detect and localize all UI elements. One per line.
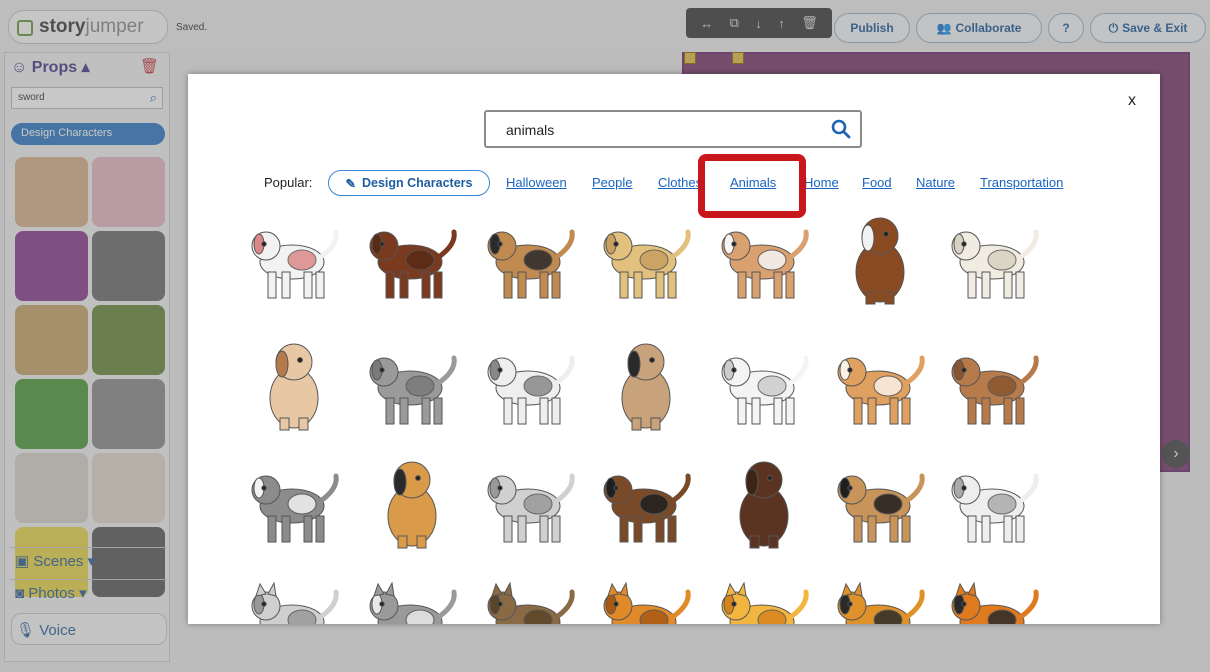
animal-illustration-icon: [721, 229, 809, 299]
close-button[interactable]: x: [1128, 92, 1136, 110]
result-tiger[interactable]: [942, 566, 1046, 624]
result-small-white-dog[interactable]: [478, 332, 582, 436]
result-corgi[interactable]: [828, 332, 932, 436]
animal-illustration-icon: [721, 355, 809, 425]
animal-illustration-icon: [487, 355, 575, 425]
result-brown-dog-sitting[interactable]: [712, 450, 816, 554]
animal-illustration-icon: [269, 343, 319, 431]
result-cocker-spaniel[interactable]: [942, 332, 1046, 436]
animal-illustration-icon: [369, 355, 457, 425]
category-halloween[interactable]: Halloween: [506, 175, 567, 190]
animal-illustration-icon: [621, 343, 671, 431]
animal-illustration-icon: [251, 581, 339, 624]
result-orange-tabby-cat[interactable]: [594, 566, 698, 624]
animal-illustration-icon: [487, 473, 575, 543]
animal-illustration-icon: [603, 473, 691, 543]
animal-illustration-icon: [837, 581, 925, 624]
result-lion[interactable]: [712, 566, 816, 624]
popular-categories: Popular: ✎ Design Characters Halloween Pe…: [264, 170, 1124, 196]
result-gray-wolf-dog[interactable]: [360, 332, 464, 436]
result-small-white-terrier[interactable]: [942, 450, 1046, 554]
animal-illustration-icon: [951, 581, 1039, 624]
animal-illustration-icon: [603, 229, 691, 299]
result-brown-shaggy-dog[interactable]: [360, 206, 464, 310]
animal-illustration-icon: [721, 581, 809, 624]
category-clothes[interactable]: Clothes: [658, 175, 702, 190]
result-beagle-sitting[interactable]: [360, 450, 464, 554]
result-basset-hound[interactable]: [594, 450, 698, 554]
result-yellow-labrador[interactable]: [594, 206, 698, 310]
category-food[interactable]: Food: [862, 175, 892, 190]
props-search-modal: x Popular: ✎Design Characters Halloween …: [188, 74, 1160, 624]
popular-label: Popular:: [264, 175, 313, 190]
result-beagle-standing[interactable]: [828, 450, 932, 554]
category-transportation[interactable]: Transportation: [980, 175, 1063, 190]
result-fluffy-white-spitz[interactable]: [942, 206, 1046, 310]
result-cartoon-brown-dog-with-bone[interactable]: [828, 206, 932, 310]
animal-illustration-icon: [487, 229, 575, 299]
category-nature[interactable]: Nature: [916, 175, 955, 190]
animal-illustration-icon: [251, 473, 339, 543]
animal-illustration-icon: [387, 461, 437, 549]
result-gray-cartoon-cat[interactable]: [242, 566, 346, 624]
result-beagle[interactable]: [478, 206, 582, 310]
animal-illustration-icon: [951, 473, 1039, 543]
animal-illustration-icon: [369, 229, 457, 299]
result-brown-cat-lying[interactable]: [478, 566, 582, 624]
animal-illustration-icon: [603, 581, 691, 624]
brush-icon: ✎: [345, 176, 356, 191]
modal-search-box[interactable]: [484, 110, 862, 148]
design-characters-button[interactable]: ✎ Design Characters: [328, 170, 490, 196]
result-small-gray-dog[interactable]: [478, 450, 582, 554]
animal-illustration-icon: [837, 355, 925, 425]
modal-search-input[interactable]: [504, 120, 824, 140]
result-puppy-sitting[interactable]: [242, 332, 346, 436]
animal-illustration-icon: [951, 355, 1039, 425]
animal-illustration-icon: [251, 229, 339, 299]
animal-illustration-icon: [951, 229, 1039, 299]
category-home[interactable]: Home: [804, 175, 839, 190]
result-bulldog-white[interactable]: [242, 206, 346, 310]
result-white-poodle[interactable]: [712, 332, 816, 436]
animal-illustration-icon: [837, 473, 925, 543]
animal-illustration-icon: [855, 217, 905, 305]
animal-illustration-icon: [369, 581, 457, 624]
animal-illustration-icon: [487, 581, 575, 624]
result-english-bulldog[interactable]: [712, 206, 816, 310]
result-husky[interactable]: [242, 450, 346, 554]
result-gray-kitten[interactable]: [360, 566, 464, 624]
result-tiger-cub[interactable]: [828, 566, 932, 624]
animal-illustration-icon: [739, 461, 789, 549]
result-pug[interactable]: [594, 332, 698, 436]
category-people[interactable]: People: [592, 175, 632, 190]
search-icon[interactable]: [830, 118, 852, 140]
